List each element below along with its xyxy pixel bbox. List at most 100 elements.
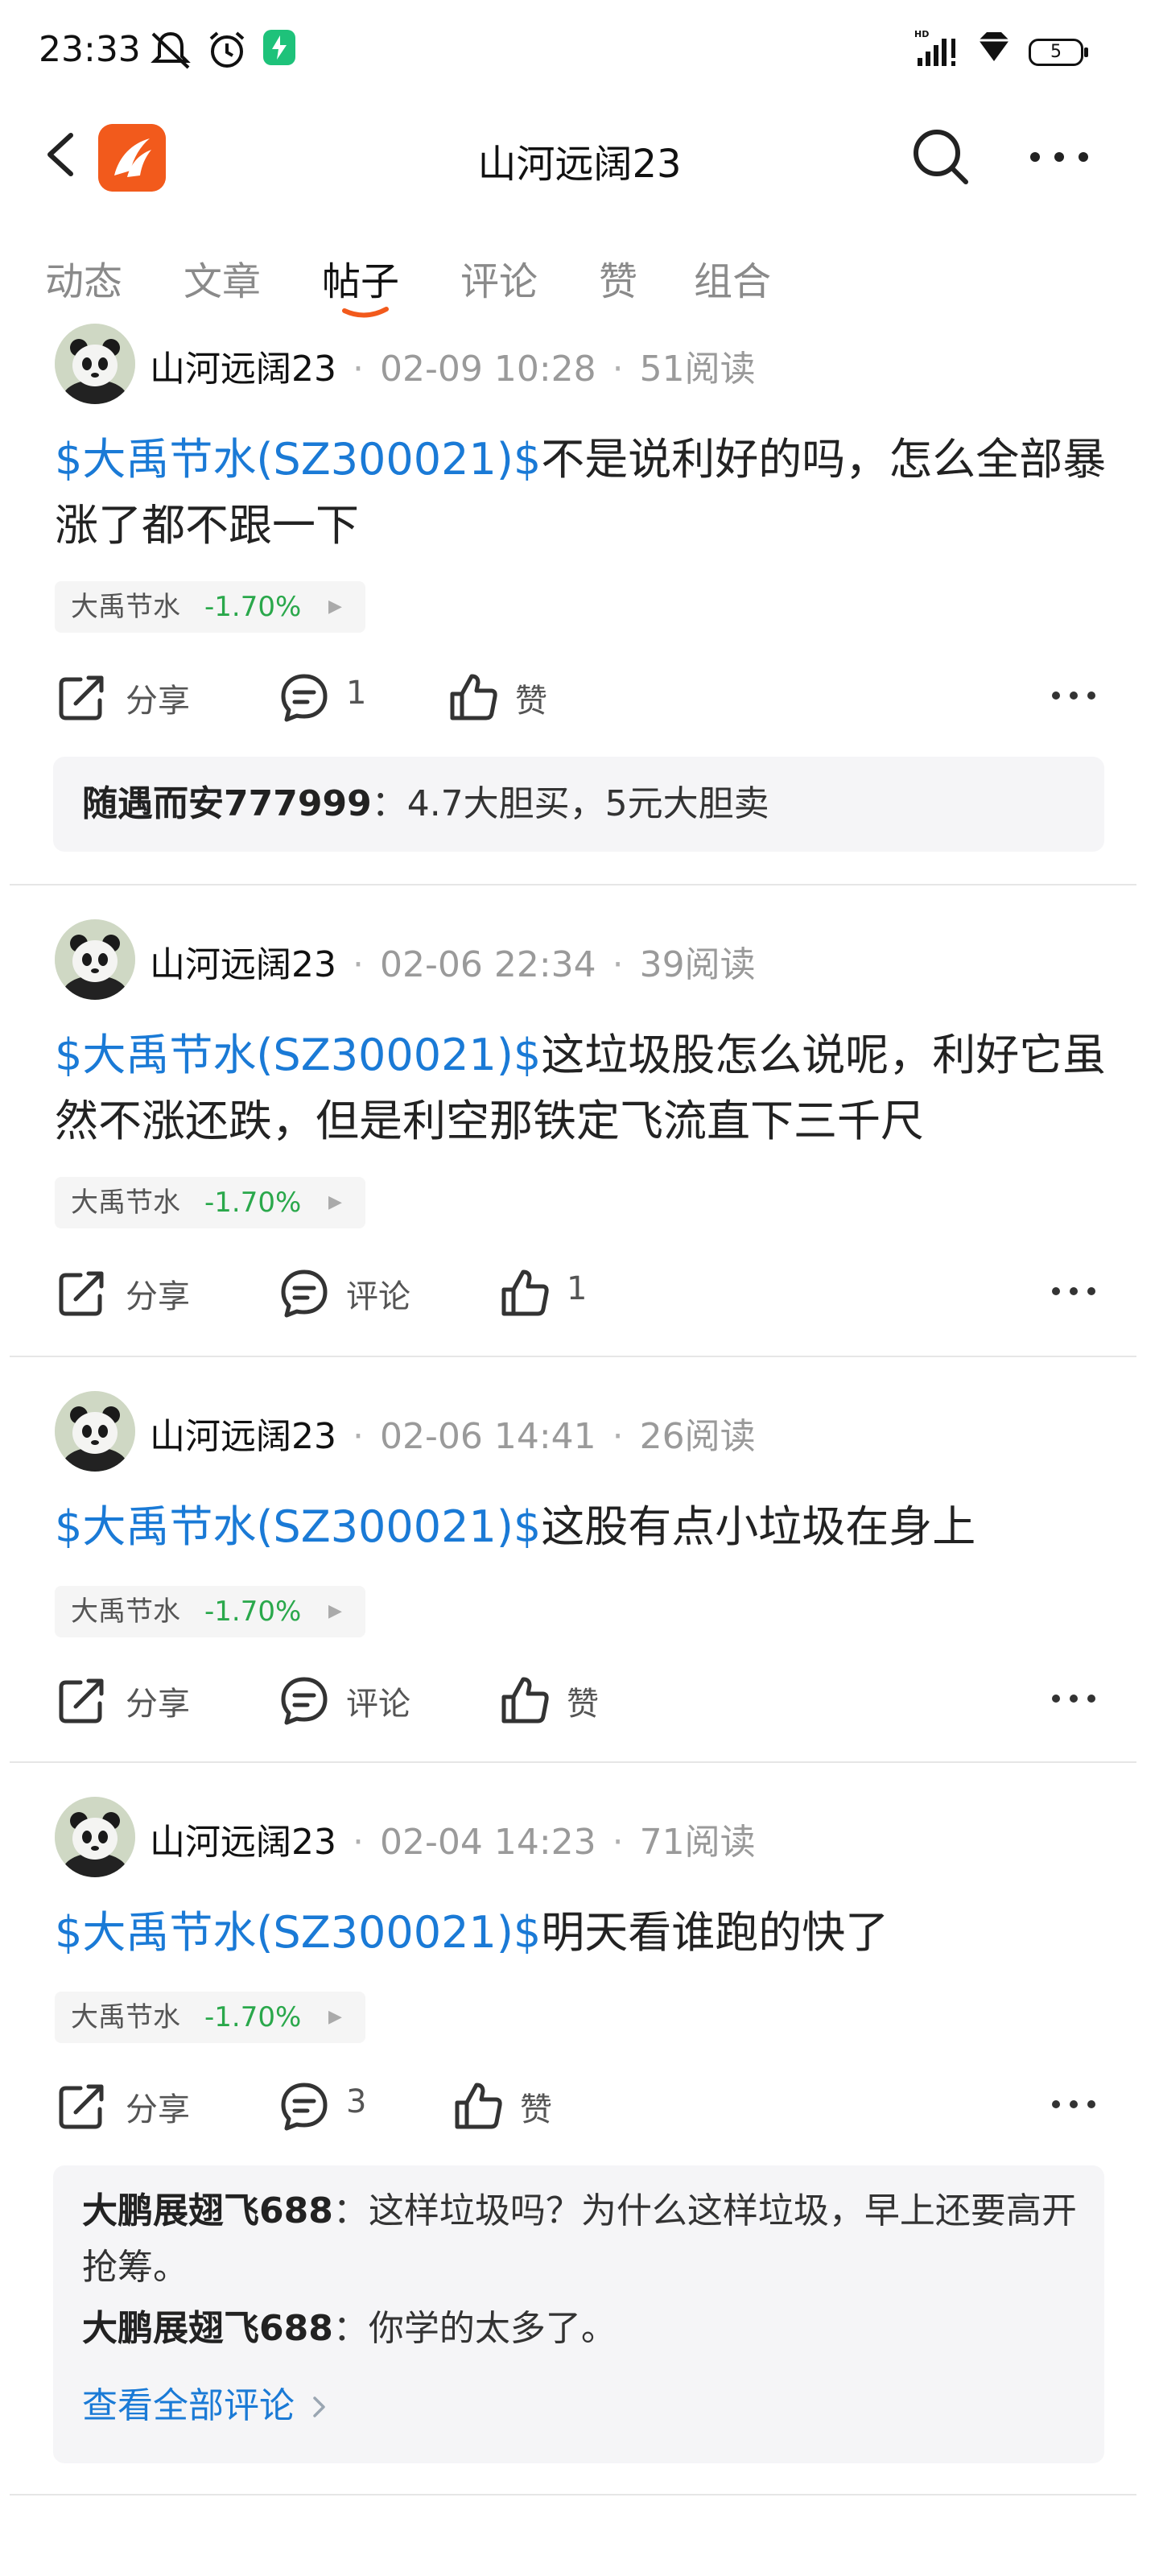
post-content[interactable]: $大禹节水(SZ300021)$这垃圾股怎么说呢，利好它虽然不涨还跌，但是利空那… — [55, 1022, 1109, 1154]
more-menu-icon[interactable] — [1027, 145, 1091, 169]
status-bar: 23:33 HD 5 — [0, 0, 1159, 97]
panda-avatar-icon — [55, 919, 135, 1000]
comment-preview[interactable]: 大鹏展翅飞688：这样垃圾吗？为什么这样垃圾，早上还要高开抢筹。 大鹏展翅飞68… — [53, 2165, 1104, 2463]
view-all-comments-link[interactable]: 查看全部评论 — [82, 2376, 328, 2428]
stock-chip[interactable]: 大禹节水 -1.70% ▶ — [55, 1992, 365, 2043]
read-count: 39阅读 — [639, 944, 756, 985]
vpn-diamond-icon — [979, 32, 1009, 61]
chevron-right-icon — [313, 2396, 325, 2417]
author-name[interactable]: 山河远阔23 — [150, 944, 336, 985]
screen: 23:33 HD 5 山河远阔23 动态 文章 帖子 评论 赞 组合 山河远阔2… — [0, 0, 1159, 2576]
post-actions: 分享 3 赞 — [0, 2074, 1159, 2138]
stock-link[interactable]: $大禹节水(SZ300021)$ — [55, 1030, 541, 1080]
play-arrow-icon: ▶ — [328, 1192, 342, 1212]
comment-item: 大鹏展翅飞688：你学的太多了。 — [82, 2308, 617, 2349]
play-arrow-icon: ▶ — [328, 597, 342, 617]
post-item[interactable]: 山河远阔23 · 02-09 10:28 · 51阅读 $大禹节水(SZ300021)$… — [0, 322, 1159, 886]
post-time: 02-04 14:23 — [380, 1822, 596, 1863]
post-item[interactable]: 山河远阔23 · 02-06 14:41 · 26阅读 $大禹节水(SZ300021)$… — [0, 1389, 1159, 1760]
share-icon — [59, 2084, 104, 2129]
stock-chip[interactable]: 大禹节水 -1.70% ▶ — [55, 581, 365, 633]
thumbs-up-icon — [450, 674, 497, 720]
avatar[interactable] — [55, 1391, 135, 1472]
share-label: 分享 — [126, 1686, 190, 1723]
tab-likes[interactable]: 赞 — [599, 250, 637, 306]
svg-text:HD: HD — [914, 29, 929, 39]
like-label: 赞 — [520, 2091, 552, 2128]
like-label: 赞 — [567, 1686, 599, 1723]
tab-dynamic[interactable]: 动态 — [45, 250, 122, 306]
post-more-icon[interactable] — [1051, 1283, 1096, 1299]
search-icon[interactable] — [908, 124, 972, 188]
comment-icon — [281, 674, 328, 722]
comment-label: 评论 — [346, 1278, 410, 1315]
play-arrow-icon: ▶ — [328, 1601, 342, 1621]
comment-icon — [281, 1677, 328, 1725]
comment-user[interactable]: 大鹏展翅飞688 — [82, 2190, 333, 2231]
avatar[interactable] — [55, 324, 135, 404]
stock-link[interactable]: $大禹节水(SZ300021)$ — [55, 1907, 541, 1958]
comment-item: 随遇而安777999：4.7大胆买，5元大胆卖 — [82, 783, 769, 824]
comment-label: 评论 — [346, 1686, 410, 1723]
author-name[interactable]: 山河远阔23 — [150, 1822, 336, 1863]
stock-change: -1.70% — [204, 1187, 302, 1219]
avatar[interactable] — [55, 1797, 135, 1877]
post-meta: 山河远阔23 · 02-09 10:28 · 51阅读 — [150, 349, 756, 390]
comment-user[interactable]: 大鹏展翅飞688 — [82, 2308, 333, 2349]
divider — [10, 884, 1136, 886]
post-meta: 山河远阔23 · 02-04 14:23 · 71阅读 — [150, 1822, 756, 1863]
thumbs-up-icon — [501, 1269, 549, 1316]
author-name[interactable]: 山河远阔23 — [150, 349, 336, 390]
post-content[interactable]: $大禹节水(SZ300021)$明天看谁跑的快了 — [55, 1900, 1109, 1966]
comment-count: 3 — [346, 2083, 367, 2120]
signal-icon: HD — [914, 29, 955, 66]
share-label: 分享 — [126, 2091, 190, 2128]
post-content[interactable]: $大禹节水(SZ300021)$这股有点小垃圾在身上 — [55, 1494, 1109, 1560]
share-icon — [59, 675, 104, 720]
post-text: 明天看谁跑的快了 — [541, 1907, 889, 1958]
thumbs-up-icon — [455, 2083, 502, 2129]
tab-posts[interactable]: 帖子 — [322, 250, 399, 306]
comment-icon — [281, 2083, 328, 2131]
post-content[interactable]: $大禹节水(SZ300021)$不是说利好的吗，怎么全部暴涨了都不跟一下 — [55, 427, 1109, 559]
post-actions: 分享 评论 赞 — [0, 1668, 1159, 1732]
post-time: 02-06 22:34 — [380, 944, 596, 985]
read-count: 71阅读 — [639, 1822, 756, 1863]
tab-articles[interactable]: 文章 — [184, 250, 261, 306]
tab-comments[interactable]: 评论 — [460, 250, 538, 306]
thumbs-up-icon — [501, 1677, 549, 1724]
top-bar: 山河远阔23 — [0, 113, 1159, 201]
comment-text: 4.7大胆买，5元大胆卖 — [406, 783, 769, 824]
divider — [10, 2494, 1136, 2496]
avatar[interactable] — [55, 919, 135, 1000]
share-label: 分享 — [126, 683, 190, 720]
share-icon — [59, 1678, 104, 1724]
comment-preview[interactable]: 随遇而安777999：4.7大胆买，5元大胆卖 — [53, 757, 1104, 852]
alarm-icon — [209, 31, 245, 68]
panda-avatar-icon — [55, 1797, 135, 1877]
post-more-icon[interactable] — [1051, 687, 1096, 704]
panda-avatar-icon — [55, 1391, 135, 1472]
stock-change: -1.70% — [204, 1596, 302, 1628]
tab-portfolio[interactable]: 组合 — [694, 250, 771, 306]
post-item[interactable]: 山河远阔23 · 02-06 22:34 · 39阅读 $大禹节水(SZ300021)$… — [0, 918, 1159, 1352]
read-count: 51阅读 — [639, 349, 756, 390]
post-actions: 分享 1 赞 — [0, 665, 1159, 729]
read-count: 26阅读 — [639, 1416, 756, 1457]
stock-link[interactable]: $大禹节水(SZ300021)$ — [55, 1501, 541, 1552]
stock-chip[interactable]: 大禹节水 -1.70% ▶ — [55, 1177, 365, 1228]
stock-chip[interactable]: 大禹节水 -1.70% ▶ — [55, 1586, 365, 1637]
stock-link[interactable]: $大禹节水(SZ300021)$ — [55, 434, 541, 485]
active-tab-indicator — [342, 307, 389, 318]
post-item[interactable]: 山河远阔23 · 02-04 14:23 · 71阅读 $大禹节水(SZ300021)$… — [0, 1795, 1159, 2504]
status-time: 23:33 — [39, 29, 141, 70]
post-more-icon[interactable] — [1051, 2096, 1096, 2112]
comment-text: 你学的太多了。 — [368, 2308, 617, 2349]
page-title: 山河远阔23 — [477, 142, 682, 187]
play-arrow-icon: ▶ — [328, 2007, 342, 2027]
comment-user[interactable]: 随遇而安777999 — [82, 783, 372, 824]
post-more-icon[interactable] — [1051, 1690, 1096, 1707]
stock-name: 大禹节水 — [71, 1596, 180, 1628]
author-name[interactable]: 山河远阔23 — [150, 1416, 336, 1457]
post-actions: 分享 评论 1 — [0, 1261, 1159, 1325]
